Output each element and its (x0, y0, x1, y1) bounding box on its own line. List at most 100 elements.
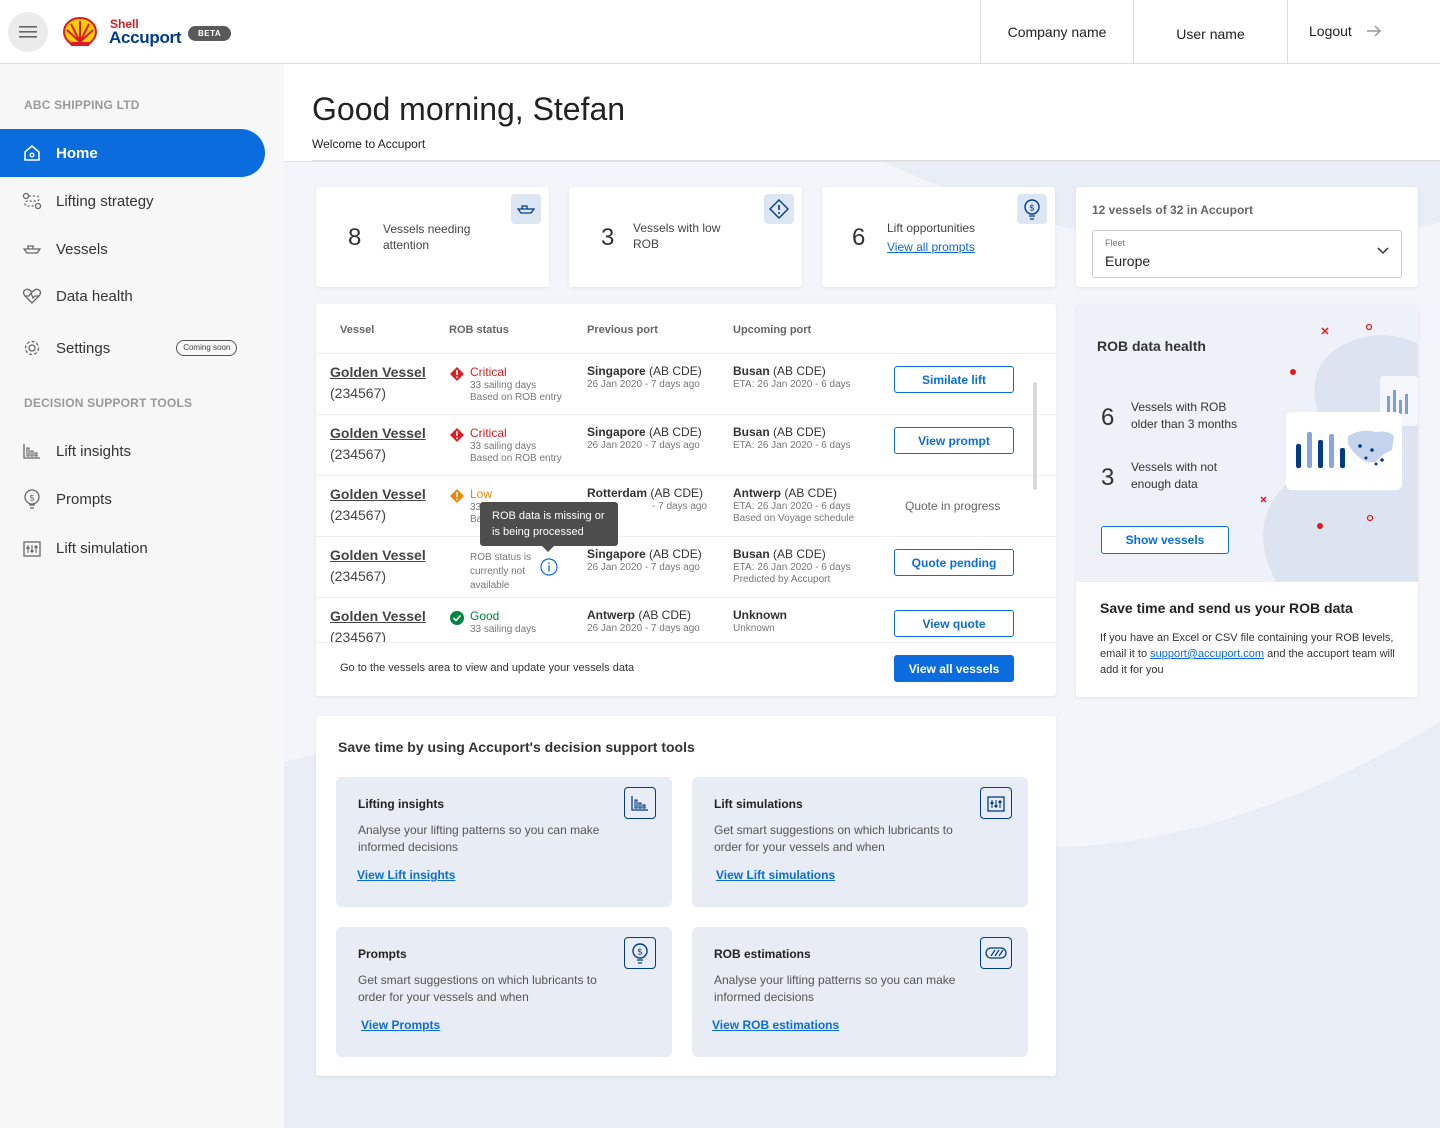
top-header: Shell Accuport BETA Company name User na… (0, 0, 1440, 64)
vessel-name-link[interactable]: Golden Vessel (330, 425, 426, 441)
prev-port-code: (AB CDE) (645, 425, 702, 439)
stat-label: Lift opportunities (887, 221, 976, 235)
sidebar-item-home[interactable]: Home (0, 129, 265, 177)
fleet-select[interactable]: Fleet Europe (1092, 230, 1402, 278)
vessel-id: (234567) (330, 568, 387, 584)
gauge-pill-icon (980, 937, 1012, 969)
tool-title: Lifting insights (358, 797, 444, 811)
sidebar-item-label: Prompts (56, 490, 112, 508)
status-sub: 33 sailing days (470, 441, 537, 452)
chevron-down-icon (1377, 247, 1389, 255)
company-name-label: Company name (1007, 23, 1107, 40)
prev-port-code: (AB CDE) (647, 486, 704, 500)
sidebar-item-label: Settings (56, 339, 111, 357)
tool-card-rob-estimations: ROB estimations Analyse your lifting pat… (692, 927, 1028, 1057)
vessel-name-link[interactable]: Golden Vessel (330, 547, 426, 563)
lightbulb-dollar-icon: $ (1017, 194, 1047, 224)
sidebar-item-data-health[interactable]: Data health (0, 272, 265, 320)
prev-port: Singapore (587, 547, 646, 561)
quote-pending-button[interactable]: Quote pending (894, 549, 1014, 576)
tool-title: Prompts (358, 947, 407, 961)
view-prompt-button[interactable]: View prompt (894, 427, 1014, 454)
svg-text:$: $ (29, 494, 35, 504)
sidebar-item-label: Vessels (56, 240, 108, 258)
home-icon (22, 143, 42, 163)
heart-pulse-icon (22, 286, 42, 306)
simulate-lift-button[interactable]: Similate lift (894, 366, 1014, 393)
greeting-area: Good morning, Stefan Welcome to Accuport (284, 64, 1440, 162)
fleet-select-label: Fleet (1105, 238, 1126, 248)
gear-icon (22, 338, 42, 358)
stat-card-low-rob[interactable]: 3 Vessels with low ROB (569, 187, 802, 287)
vessel-name-link[interactable]: Golden Vessel (330, 608, 426, 624)
stat-card-attention[interactable]: 8 Vessels needing attention (316, 187, 549, 287)
page-title: Good morning, Stefan (312, 91, 626, 127)
info-icon[interactable] (540, 558, 558, 576)
next-port-eta: Unknown (733, 623, 775, 634)
sidebar-item-lift-simulation[interactable]: Lift simulation (0, 524, 265, 572)
next-port: Busan (733, 364, 770, 378)
prev-port-date: - 7 days ago (652, 501, 708, 512)
menu-button[interactable] (8, 12, 48, 52)
table-scrollbar[interactable] (1033, 382, 1037, 490)
sidebar-item-lifting-strategy[interactable]: Lifting strategy (0, 177, 265, 225)
stat-card-lift-opportunities: 6 Lift opportunities View all prompts $ (822, 187, 1055, 287)
show-vessels-button[interactable]: Show vessels (1101, 526, 1229, 554)
next-port-eta: ETA: 26 Jan 2020 - 6 days (733, 501, 851, 512)
stat-label: Vessels needing attention (383, 222, 471, 252)
divider (312, 160, 1440, 161)
tool-description: Get smart suggestions on which lubricant… (714, 823, 953, 854)
low-warning-icon (450, 489, 464, 503)
sidebar-item-settings[interactable]: Settings Coming soon (0, 324, 265, 372)
sidebar-item-prompts[interactable]: $ Prompts (0, 475, 265, 523)
status-source: Based on ROB entry (470, 392, 562, 403)
stat-number: 6 (852, 224, 866, 251)
beta-badge: BETA (188, 26, 232, 41)
tool-card-prompts: Prompts Get smart suggestions on which l… (336, 927, 672, 1057)
prev-port-date: 26 Jan 2020 - 7 days ago (587, 562, 700, 573)
tool-description: Get smart suggestions on which lubricant… (358, 973, 597, 1004)
column-header-vessel: Vessel (340, 324, 375, 336)
status-text: Low (470, 487, 493, 501)
vessel-name-link[interactable]: Golden Vessel (330, 486, 426, 502)
stat-number: 3 (601, 224, 615, 251)
next-port-code: (AB CDE) (781, 486, 838, 500)
support-email-link[interactable]: support@accuport.com (1150, 648, 1264, 660)
status-source: Based on ROB entry (470, 453, 562, 464)
vessel-name-link[interactable]: Golden Vessel (330, 364, 426, 380)
next-port-note: Predicted by Accuport (733, 574, 831, 585)
critical-icon (450, 367, 464, 381)
fleet-select-value: Europe (1105, 253, 1151, 269)
view-lift-insights-link[interactable]: View Lift insights (357, 868, 455, 882)
table-row: Golden Vessel (234567) Low 33 Ba Rotterd… (316, 475, 1056, 536)
company-name-menu[interactable]: Company name (980, 0, 1133, 63)
bar-chart-icon (22, 441, 42, 461)
view-prompts-link[interactable]: View Prompts (361, 1018, 440, 1032)
view-lift-simulations-link[interactable]: View Lift simulations (716, 868, 835, 882)
sidebar-item-lift-insights[interactable]: Lift insights (0, 427, 265, 475)
hamburger-icon (19, 26, 37, 38)
svg-text:$: $ (1029, 204, 1035, 214)
lightbulb-dollar-icon: $ (624, 937, 656, 969)
view-all-vessels-button[interactable]: View all vessels (894, 655, 1014, 682)
user-name-menu[interactable]: User name (1133, 0, 1287, 63)
sidebar-section-company: ABC SHIPPING LTD (24, 98, 140, 112)
vessel-id: (234567) (330, 385, 387, 401)
logout-button[interactable]: Logout (1287, 0, 1440, 63)
tool-title: Lift simulations (714, 797, 803, 811)
view-rob-estimations-link[interactable]: View ROB estimations (712, 1018, 839, 1032)
rob-stat-label: Vessels with ROB older than 3 months (1131, 400, 1238, 431)
table-footer-text: Go to the vessels area to view and updat… (340, 662, 635, 674)
view-quote-button[interactable]: View quote (894, 610, 1014, 637)
view-all-prompts-link[interactable]: View all prompts (887, 239, 975, 255)
prev-port-code: (AB CDE) (635, 608, 692, 622)
next-port-code: (AB CDE) (769, 425, 826, 439)
prev-port-code: (AB CDE) (645, 364, 702, 378)
brand-logo[interactable]: Shell Accuport BETA (56, 0, 280, 64)
next-port-eta: ETA: 26 Jan 2020 - 6 days (733, 440, 851, 451)
prev-port: Rotterdam (587, 486, 648, 500)
brand-accuport-text: Accuport (109, 28, 182, 47)
rob-data-health-card: ROB data health 6 Vessels with ROB older… (1076, 304, 1418, 697)
table-row: Golden Vessel (234567) ROB status is cur… (316, 536, 1056, 597)
sidebar-item-vessels[interactable]: Vessels (0, 225, 265, 273)
